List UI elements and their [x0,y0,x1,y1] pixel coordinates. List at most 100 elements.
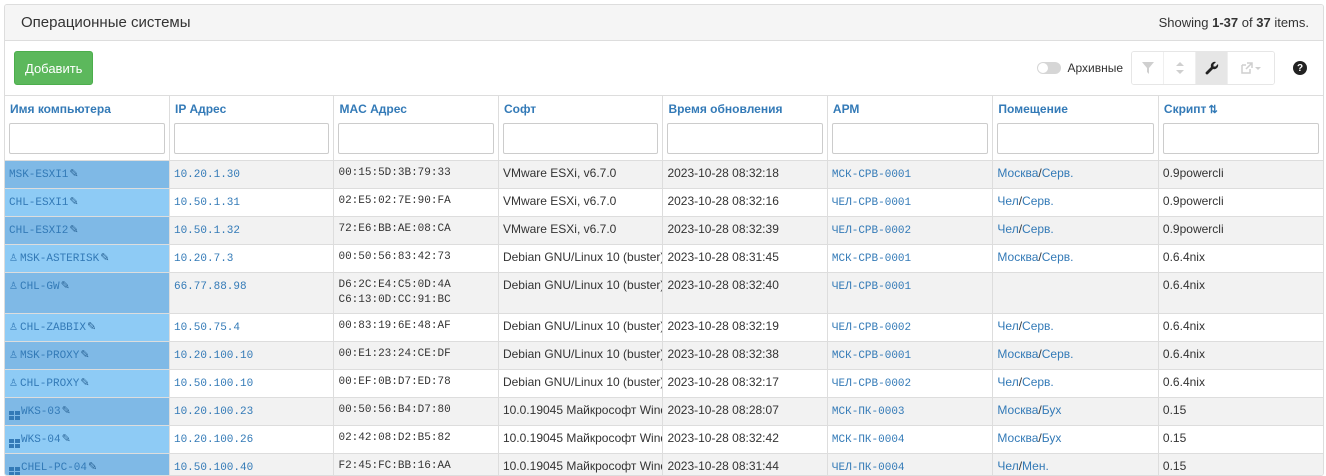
col-room[interactable]: Помещение [993,96,1159,123]
ip-link[interactable]: 10.50.100.10 [174,378,253,390]
arm-link[interactable]: ЧЕЛ-СРВ-0002 [832,225,911,237]
col-hostname-label: Имя компьютера [10,102,111,116]
hostname-link[interactable]: MSK-PROXY [20,350,79,362]
room-city-link[interactable]: Чел [997,459,1018,473]
hostname-link[interactable]: WKS-03 [21,406,61,418]
edit-pencil-icon[interactable]: ✎ [80,377,89,389]
soft-text: VMware ESXi, v6.7.0 [503,166,616,180]
ip-link[interactable]: 66.77.88.98 [174,281,247,293]
arm-link[interactable]: ЧЕЛ-ПК-0004 [832,462,905,474]
updated-cell: 2023-10-28 08:31:44 [663,454,827,476]
room-city-link[interactable]: Чел [997,319,1018,333]
room-city-link[interactable]: Москва [997,166,1038,180]
room-name-link[interactable]: Серв. [1042,166,1074,180]
hostname-link[interactable]: WKS-04 [21,434,61,446]
hostname-link[interactable]: CHEL-PC-04 [21,462,87,474]
edit-pencil-icon[interactable]: ✎ [100,252,109,264]
edit-pencil-icon[interactable]: ✎ [69,168,78,180]
arm-link[interactable]: ЧЕЛ-СРВ-0001 [832,281,911,293]
col-arm[interactable]: АРМ [827,96,993,123]
updated-cell: 2023-10-28 08:32:16 [663,189,827,217]
archive-toggle[interactable] [1037,62,1061,74]
room-name-link[interactable]: Бух [1042,403,1062,417]
col-updated[interactable]: Время обновления [663,96,827,123]
col-soft[interactable]: Софт [498,96,662,123]
ip-cell: 10.50.75.4 [169,314,333,342]
edit-pencil-icon[interactable]: ✎ [62,433,71,445]
table-row: WKS-04✎10.20.100.2602:42:08:D2:B5:8210.0… [5,426,1323,454]
ip-link[interactable]: 10.50.1.32 [174,225,240,237]
room-city-link[interactable]: Чел [997,375,1018,389]
arm-link[interactable]: МСК-СРВ-0001 [832,169,911,181]
filter-script-input[interactable] [1163,123,1319,154]
sort-button[interactable] [1164,52,1196,84]
hostname-link[interactable]: CHL-GW [20,281,60,293]
ip-link[interactable]: 10.20.100.10 [174,350,253,362]
col-hostname[interactable]: Имя компьютера [5,96,169,123]
edit-pencil-icon[interactable]: ✎ [69,224,78,236]
edit-pencil-icon[interactable]: ✎ [61,280,70,292]
room-name-link[interactable]: Серв. [1022,222,1054,236]
filter-updated-input[interactable] [667,123,822,154]
export-button[interactable] [1228,52,1274,84]
help-icon[interactable]: ? [1293,61,1307,75]
room-city-link[interactable]: Москва [997,431,1038,445]
room-city-link[interactable]: Москва [997,403,1038,417]
hostname-link[interactable]: MSK-ESXI1 [9,169,68,181]
hostname-cell: ♙CHL-PROXY✎ [5,370,169,398]
arm-link[interactable]: МСК-СРВ-0001 [832,253,911,265]
hostname-link[interactable]: CHL-ESXI1 [9,197,68,209]
room-city-link[interactable]: Чел [997,222,1018,236]
arm-link[interactable]: ЧЕЛ-СРВ-0002 [832,378,911,390]
col-arm-label: АРМ [833,102,860,116]
edit-pencil-icon[interactable]: ✎ [87,321,96,333]
col-room-label: Помещение [998,102,1067,116]
filter-room-input[interactable] [997,123,1154,154]
arm-link[interactable]: ЧЕЛ-СРВ-0002 [832,322,911,334]
ip-link[interactable]: 10.50.100.40 [174,462,253,474]
room-city-link[interactable]: Москва [997,347,1038,361]
room-name-link[interactable]: Мен. [1022,459,1049,473]
edit-pencil-icon[interactable]: ✎ [88,461,97,473]
hostname-link[interactable]: MSK-ASTERISK [20,253,99,265]
arm-link[interactable]: ЧЕЛ-СРВ-0001 [832,197,911,209]
col-ip[interactable]: IP Адрес [169,96,333,123]
filter-button[interactable] [1132,52,1164,84]
room-city-link[interactable]: Москва [997,250,1038,264]
edit-pencil-icon[interactable]: ✎ [69,196,78,208]
arm-link[interactable]: МСК-ПК-0004 [832,434,905,446]
col-script[interactable]: Скрипт⇅ [1158,96,1323,123]
col-mac[interactable]: MAC Адрес [334,96,498,123]
hostname-link[interactable]: CHL-ESXI2 [9,225,68,237]
room-name-link[interactable]: Серв. [1022,319,1054,333]
room-name-link[interactable]: Серв. [1022,375,1054,389]
room-name-link[interactable]: Серв. [1042,250,1074,264]
filter-ip-input[interactable] [174,123,329,154]
hostname-link[interactable]: CHL-PROXY [20,378,79,390]
room-name-link[interactable]: Бух [1042,431,1062,445]
filter-soft-input[interactable] [503,123,658,154]
edit-pencil-icon[interactable]: ✎ [80,349,89,361]
room-name-link[interactable]: Серв. [1022,194,1054,208]
script-text: 0.6.4nix [1163,375,1205,389]
linux-icon: ♙ [9,376,18,391]
add-button[interactable]: Добавить [14,51,93,85]
filter-arm-input[interactable] [832,123,989,154]
arm-link[interactable]: МСК-ПК-0003 [832,406,905,418]
room-city-link[interactable]: Чел [997,194,1018,208]
arm-link[interactable]: МСК-СРВ-0001 [832,350,911,362]
ip-link[interactable]: 10.20.100.26 [174,434,253,446]
room-name-link[interactable]: Серв. [1042,347,1074,361]
edit-pencil-icon[interactable]: ✎ [62,405,71,417]
ip-link[interactable]: 10.20.1.30 [174,169,240,181]
ip-link[interactable]: 10.50.75.4 [174,322,240,334]
arm-cell: ЧЕЛ-СРВ-0001 [827,273,993,314]
filter-mac-input[interactable] [338,123,493,154]
ip-link[interactable]: 10.20.7.3 [174,253,233,265]
ip-link[interactable]: 10.50.1.31 [174,197,240,209]
soft-text: 10.0.19045 Майкрософт Windows [503,403,663,417]
settings-button[interactable] [1196,52,1228,84]
filter-hostname-input[interactable] [9,123,165,154]
ip-link[interactable]: 10.20.100.23 [174,406,253,418]
hostname-link[interactable]: CHL-ZABBIX [20,322,86,334]
